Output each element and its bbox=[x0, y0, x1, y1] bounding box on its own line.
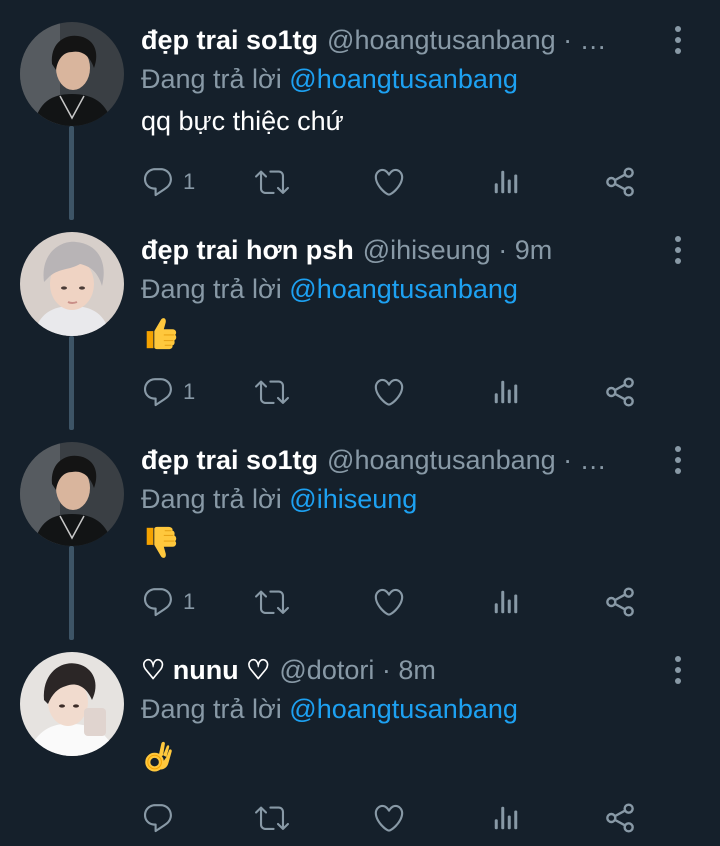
stats-icon bbox=[491, 167, 521, 197]
reply-icon bbox=[141, 801, 175, 835]
analytics-button[interactable] bbox=[491, 798, 521, 838]
replying-mention-link[interactable]: @hoangtusanbang bbox=[289, 64, 518, 94]
tweet[interactable]: đẹp trai so1tg @hoangtusanbang · … Đang … bbox=[0, 442, 720, 642]
tweet[interactable]: đẹp trai hơn psh @ihiseung · 9m Đang trả… bbox=[0, 232, 720, 432]
replying-to: Đang trả lời @ihiseung bbox=[141, 484, 417, 515]
display-name[interactable]: đẹp trai hơn psh bbox=[141, 235, 354, 266]
more-options-icon[interactable] bbox=[668, 24, 688, 56]
replying-prefix: Đang trả lời bbox=[141, 694, 282, 724]
reply-icon bbox=[141, 375, 175, 409]
more-options-icon[interactable] bbox=[668, 444, 688, 476]
avatar-dark-hair-icon bbox=[20, 442, 124, 546]
retweet-icon bbox=[255, 375, 289, 409]
retweet-icon bbox=[255, 801, 289, 835]
tweet-header: đẹp trai hơn psh @ihiseung · 9m bbox=[141, 232, 651, 268]
like-button[interactable] bbox=[372, 372, 406, 412]
reply-icon bbox=[141, 165, 175, 199]
tweet-text: qq bực thiệc chứ bbox=[141, 106, 344, 136]
reply-count: 1 bbox=[183, 589, 196, 614]
handle-and-time[interactable]: @hoangtusanbang · … bbox=[327, 445, 607, 476]
replying-prefix: Đang trả lời bbox=[141, 484, 282, 514]
display-name[interactable]: đẹp trai so1tg bbox=[141, 25, 318, 56]
replying-prefix: Đang trả lời bbox=[141, 274, 282, 304]
handle-and-time[interactable]: @dotori · 8m bbox=[279, 655, 435, 686]
tweet-actions: 1 bbox=[141, 372, 671, 412]
avatar-silver-hair-icon bbox=[20, 232, 124, 336]
replying-mention-link[interactable]: @hoangtusanbang bbox=[289, 274, 518, 304]
share-icon bbox=[604, 376, 636, 408]
share-icon bbox=[604, 166, 636, 198]
reply-button[interactable]: 1 bbox=[141, 162, 195, 202]
replying-prefix: Đang trả lời bbox=[141, 64, 282, 94]
tweet-header: ♡ nunu ♡ @dotori · 8m bbox=[141, 652, 651, 688]
heart-icon bbox=[372, 585, 406, 619]
more-options-icon[interactable] bbox=[668, 234, 688, 266]
handle-and-time[interactable]: @hoangtusanbang · … bbox=[327, 25, 607, 56]
thumbs-down-icon bbox=[141, 524, 181, 564]
retweet-button[interactable] bbox=[255, 798, 289, 838]
reply-button[interactable]: 1 bbox=[141, 582, 195, 622]
stats-icon bbox=[491, 803, 521, 833]
reply-button[interactable] bbox=[141, 798, 175, 838]
like-button[interactable] bbox=[372, 582, 406, 622]
tweet[interactable]: đẹp trai so1tg @hoangtusanbang · … Đang … bbox=[0, 22, 720, 222]
tweet-header: đẹp trai so1tg @hoangtusanbang · … bbox=[141, 22, 651, 58]
share-button[interactable] bbox=[604, 582, 636, 622]
replying-to: Đang trả lời @hoangtusanbang bbox=[141, 274, 518, 305]
like-button[interactable] bbox=[372, 162, 406, 202]
tweet[interactable]: ♡ nunu ♡ @dotori · 8m Đang trả lời @hoan… bbox=[0, 652, 720, 846]
replying-mention-link[interactable]: @ihiseung bbox=[289, 484, 417, 514]
more-options-icon[interactable] bbox=[668, 654, 688, 686]
tweet-actions: 1 bbox=[141, 582, 671, 622]
retweet-icon bbox=[255, 585, 289, 619]
analytics-button[interactable] bbox=[491, 372, 521, 412]
conversation-thread: đẹp trai so1tg @hoangtusanbang · … Đang … bbox=[0, 0, 720, 846]
avatar[interactable] bbox=[20, 442, 124, 546]
stats-icon bbox=[491, 377, 521, 407]
reply-icon bbox=[141, 585, 175, 619]
reply-count: 1 bbox=[183, 379, 196, 404]
analytics-button[interactable] bbox=[491, 162, 521, 202]
tweet-header: đẹp trai so1tg @hoangtusanbang · … bbox=[141, 442, 651, 478]
avatar[interactable] bbox=[20, 22, 124, 126]
stats-icon bbox=[491, 587, 521, 617]
replying-to: Đang trả lời @hoangtusanbang bbox=[141, 694, 518, 725]
heart-icon bbox=[372, 801, 406, 835]
retweet-button[interactable] bbox=[255, 372, 289, 412]
replying-to: Đang trả lời @hoangtusanbang bbox=[141, 64, 518, 95]
retweet-button[interactable] bbox=[255, 582, 289, 622]
share-button[interactable] bbox=[604, 162, 636, 202]
tweet-actions bbox=[141, 798, 671, 838]
retweet-icon bbox=[255, 165, 289, 199]
share-icon bbox=[604, 586, 636, 618]
analytics-button[interactable] bbox=[491, 582, 521, 622]
share-icon bbox=[604, 802, 636, 834]
thumbs-up-icon bbox=[141, 314, 181, 354]
retweet-button[interactable] bbox=[255, 162, 289, 202]
avatar[interactable] bbox=[20, 652, 124, 756]
share-button[interactable] bbox=[604, 372, 636, 412]
handle-and-time[interactable]: @ihiseung · 9m bbox=[363, 235, 553, 266]
replying-mention-link[interactable]: @hoangtusanbang bbox=[289, 694, 518, 724]
tweet-actions: 1 bbox=[141, 162, 671, 202]
avatar-dark-hair-icon bbox=[20, 22, 124, 126]
reply-button[interactable]: 1 bbox=[141, 372, 195, 412]
avatar-light-icon bbox=[20, 652, 124, 756]
ok-hand-icon bbox=[141, 740, 181, 780]
heart-icon bbox=[372, 165, 406, 199]
display-name[interactable]: ♡ nunu ♡ bbox=[141, 655, 270, 686]
display-name[interactable]: đẹp trai so1tg bbox=[141, 445, 318, 476]
reply-count: 1 bbox=[183, 169, 196, 194]
avatar[interactable] bbox=[20, 232, 124, 336]
share-button[interactable] bbox=[604, 798, 636, 838]
like-button[interactable] bbox=[372, 798, 406, 838]
heart-icon bbox=[372, 375, 406, 409]
